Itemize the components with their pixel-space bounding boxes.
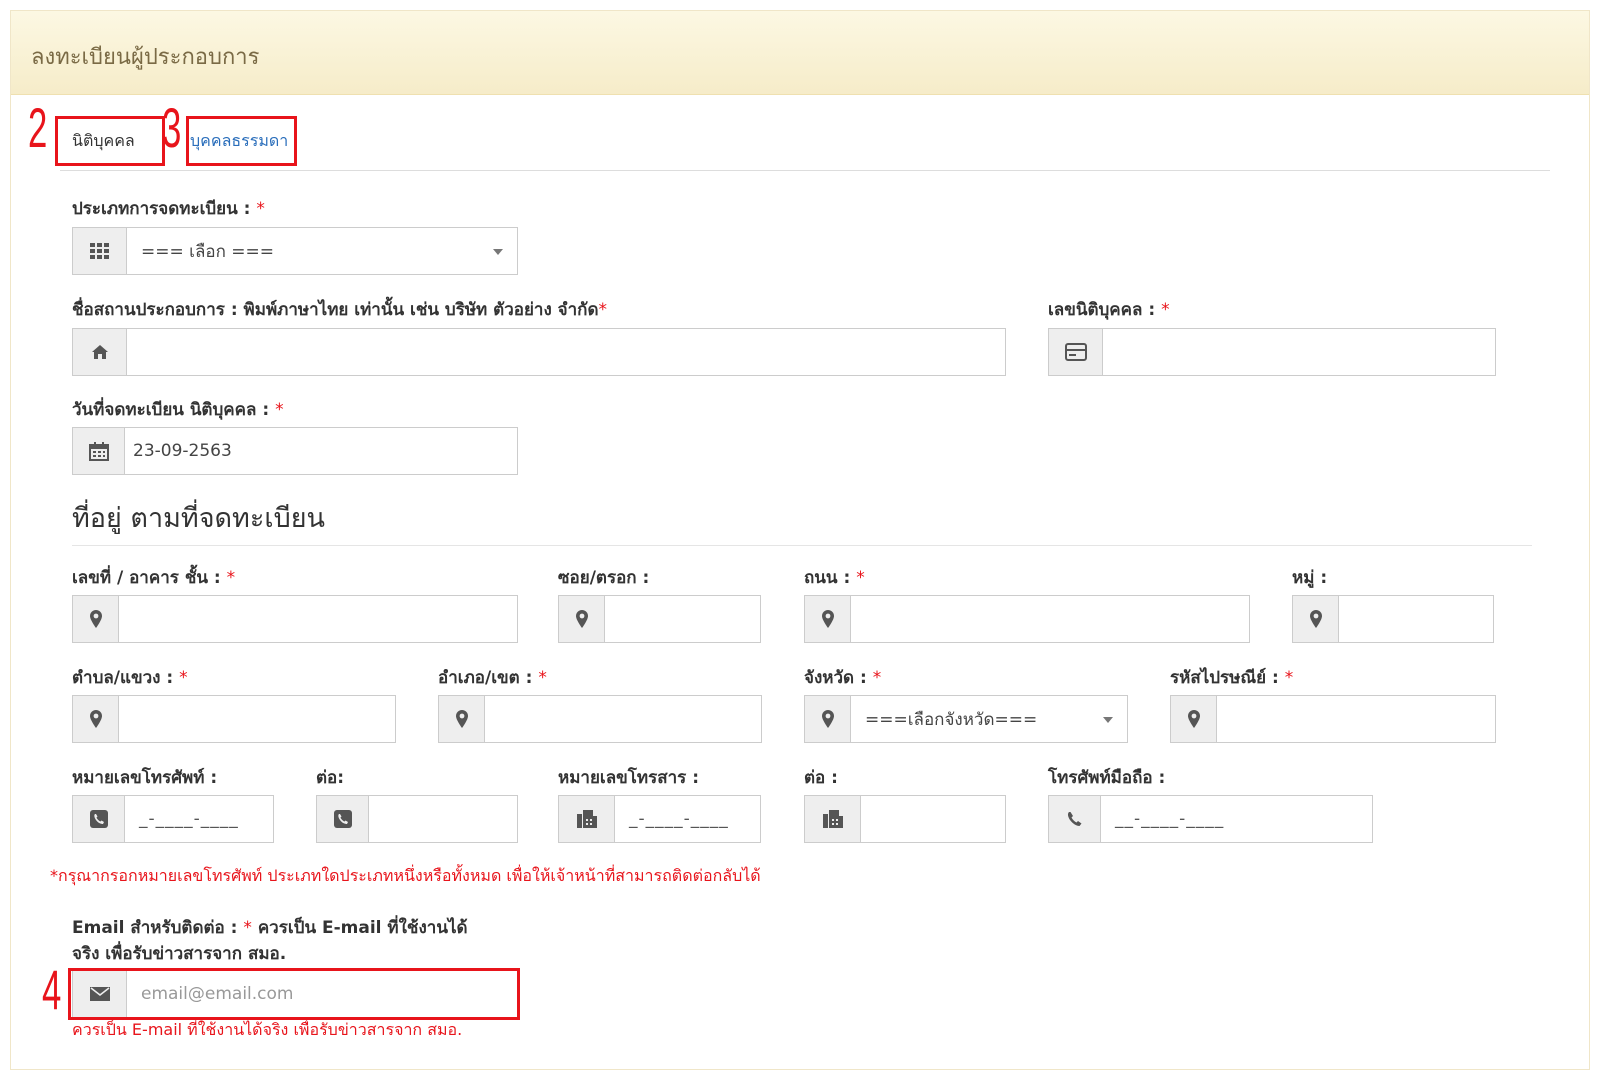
mobile-input[interactable]: __-____-____ [1048, 795, 1373, 843]
registration-panel: ลงทะเบียนผู้ประกอบการ [10, 10, 1590, 1070]
fax-ext-field[interactable] [861, 796, 1005, 842]
road-label: ถนน : * [804, 568, 865, 588]
fax-ext-input[interactable] [804, 795, 1006, 843]
soi-field[interactable] [605, 596, 760, 642]
subdistrict-label: ตำบล/แขวง : * [72, 668, 188, 688]
reg-type-value[interactable]: === เลือก === [127, 228, 517, 274]
juristic-id-label: เลขนิติบุคคล : * [1048, 300, 1170, 320]
phone-icon [1049, 796, 1101, 842]
section-divider [72, 545, 1532, 546]
chevron-down-icon [1103, 717, 1113, 723]
phone-label: หมายเลขโทรศัพท์ : [72, 768, 218, 788]
home-icon [73, 329, 127, 375]
email-help: ควรเป็น E-mail ที่ใช้งานได้จริง เพื่อรับ… [72, 1020, 463, 1039]
reg-type-select[interactable]: === เลือก === [72, 227, 518, 275]
map-marker-icon [1293, 596, 1339, 642]
soi-input[interactable] [558, 595, 761, 643]
moo-input[interactable] [1292, 595, 1494, 643]
house-no-label: เลขที่ / อาคาร ชั้น : * [72, 568, 236, 588]
fax-icon [805, 796, 861, 842]
mobile-field[interactable]: __-____-____ [1101, 796, 1372, 842]
fax-input[interactable]: _-____-____ [558, 795, 761, 843]
fax-icon [559, 796, 615, 842]
fax-ext-label: ต่อ : [804, 768, 838, 788]
mobile-label: โทรศัพท์มือถือ : [1048, 768, 1166, 788]
reg-date-input[interactable]: 23-09-2563 [72, 427, 518, 475]
phone-ext-field[interactable] [369, 796, 517, 842]
house-no-field[interactable] [119, 596, 517, 642]
annotation-number-4: 4 [42, 958, 62, 1021]
reg-date-field[interactable]: 23-09-2563 [125, 428, 517, 474]
subdistrict-input[interactable] [72, 695, 396, 743]
annotation-number-2: 2 [28, 96, 48, 159]
business-name-label: ชื่อสถานประกอบการ : พิมพ์ภาษาไทย เท่านั้… [72, 300, 608, 320]
business-name-input[interactable] [72, 328, 1006, 376]
reg-type-label: ประเภทการจดทะเบียน : * [72, 199, 265, 219]
phone-ext-input[interactable] [316, 795, 518, 843]
moo-field[interactable] [1339, 596, 1493, 642]
phone-note: *กรุณากรอกหมายเลขโทรศัพท์ ประเภทใดประเภท… [50, 866, 761, 885]
reg-date-label: วันที่จดทะเบียน นิติบุคคล : * [72, 400, 284, 420]
grid-icon [73, 228, 127, 274]
panel-title: ลงทะเบียนผู้ประกอบการ [31, 45, 260, 70]
phone-ext-label: ต่อ: [316, 768, 345, 788]
address-section-title: ที่อยู่ ตามที่จดทะเบียน [72, 503, 326, 534]
map-marker-icon [559, 596, 605, 642]
postcode-field[interactable] [1217, 696, 1495, 742]
juristic-id-input[interactable] [1048, 328, 1496, 376]
province-select[interactable]: ===เลือกจังหวัด=== [804, 695, 1128, 743]
phone-square-icon [317, 796, 369, 842]
road-input[interactable] [804, 595, 1250, 643]
map-marker-icon [805, 696, 851, 742]
phone-input[interactable]: _-____-____ [72, 795, 274, 843]
house-no-input[interactable] [72, 595, 518, 643]
business-name-field[interactable] [127, 329, 1005, 375]
annotation-number-3: 3 [162, 96, 182, 159]
district-label: อำเภอ/เขต : * [438, 668, 547, 688]
chevron-down-icon [493, 249, 503, 255]
fax-field[interactable]: _-____-____ [615, 796, 760, 842]
annotation-box-email [68, 968, 520, 1020]
email-label-line2: จริง เพื่อรับข่าวสารจาก สมอ. [72, 944, 287, 964]
email-label: Email สำหรับติดต่อ : * ควรเป็น E-mail ที… [72, 918, 468, 938]
annotation-box-tab-juristic [55, 116, 165, 166]
map-marker-icon [1171, 696, 1217, 742]
postcode-label: รหัสไปรษณีย์ : * [1170, 668, 1294, 688]
province-label: จังหวัด : * [804, 668, 882, 688]
calendar-icon [73, 428, 125, 474]
district-input[interactable] [438, 695, 762, 743]
map-marker-icon [805, 596, 851, 642]
road-field[interactable] [851, 596, 1249, 642]
phone-square-icon [73, 796, 125, 842]
postcode-input[interactable] [1170, 695, 1496, 743]
phone-field[interactable]: _-____-____ [125, 796, 273, 842]
province-value[interactable]: ===เลือกจังหวัด=== [851, 696, 1127, 742]
annotation-box-tab-individual [186, 116, 297, 166]
map-marker-icon [439, 696, 485, 742]
subdistrict-field[interactable] [119, 696, 395, 742]
map-marker-icon [73, 696, 119, 742]
soi-label: ซอย/ตรอก : [558, 568, 650, 588]
district-field[interactable] [485, 696, 761, 742]
panel-heading: ลงทะเบียนผู้ประกอบการ [11, 11, 1589, 95]
moo-label: หมู่ : [1292, 568, 1328, 588]
id-card-icon [1049, 329, 1103, 375]
fax-label: หมายเลขโทรสาร : [558, 768, 700, 788]
juristic-id-field[interactable] [1103, 329, 1495, 375]
tabs-divider [60, 170, 1550, 171]
map-marker-icon [73, 596, 119, 642]
